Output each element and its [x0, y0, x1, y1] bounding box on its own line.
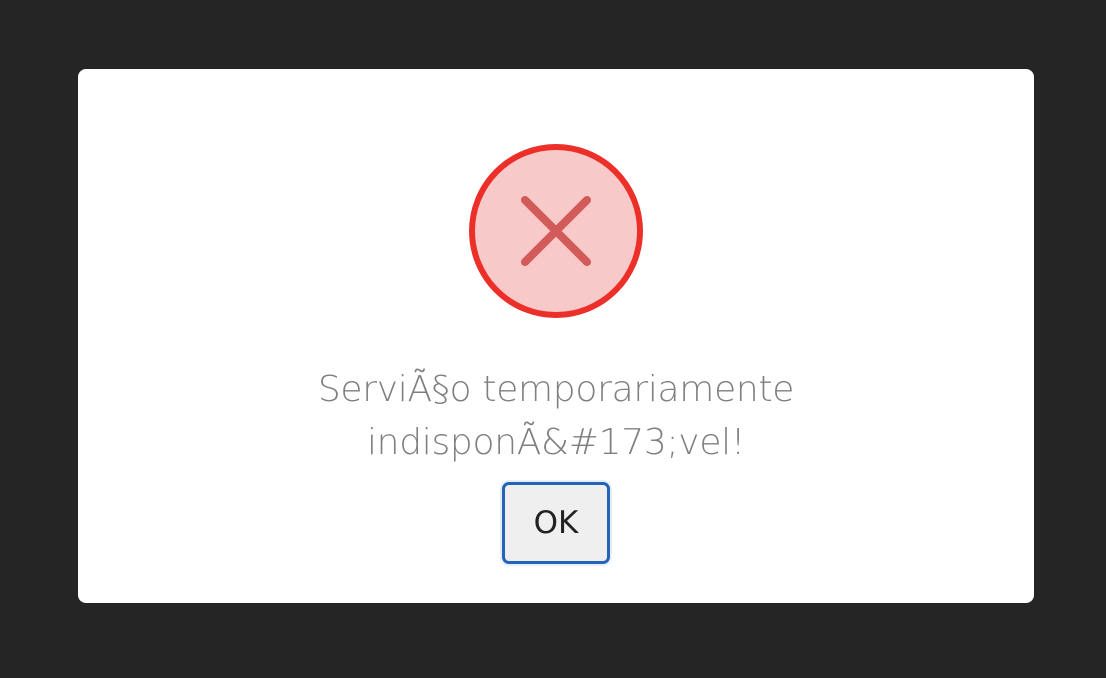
alert-message-line-1: ServiÃ§o temporariamente — [317, 369, 795, 410]
error-x-circle-icon — [468, 143, 644, 319]
alert-message: ServiÃ§o temporariamente indisponÃ&#173;… — [78, 363, 1034, 469]
alert-dialog: ServiÃ§o temporariamente indisponÃ&#173;… — [78, 69, 1034, 603]
alert-message-line-2: indisponÃ&#173;vel! — [366, 422, 745, 463]
modal-backdrop: ServiÃ§o temporariamente indisponÃ&#173;… — [0, 0, 1106, 678]
ok-button[interactable]: OK — [502, 482, 610, 564]
